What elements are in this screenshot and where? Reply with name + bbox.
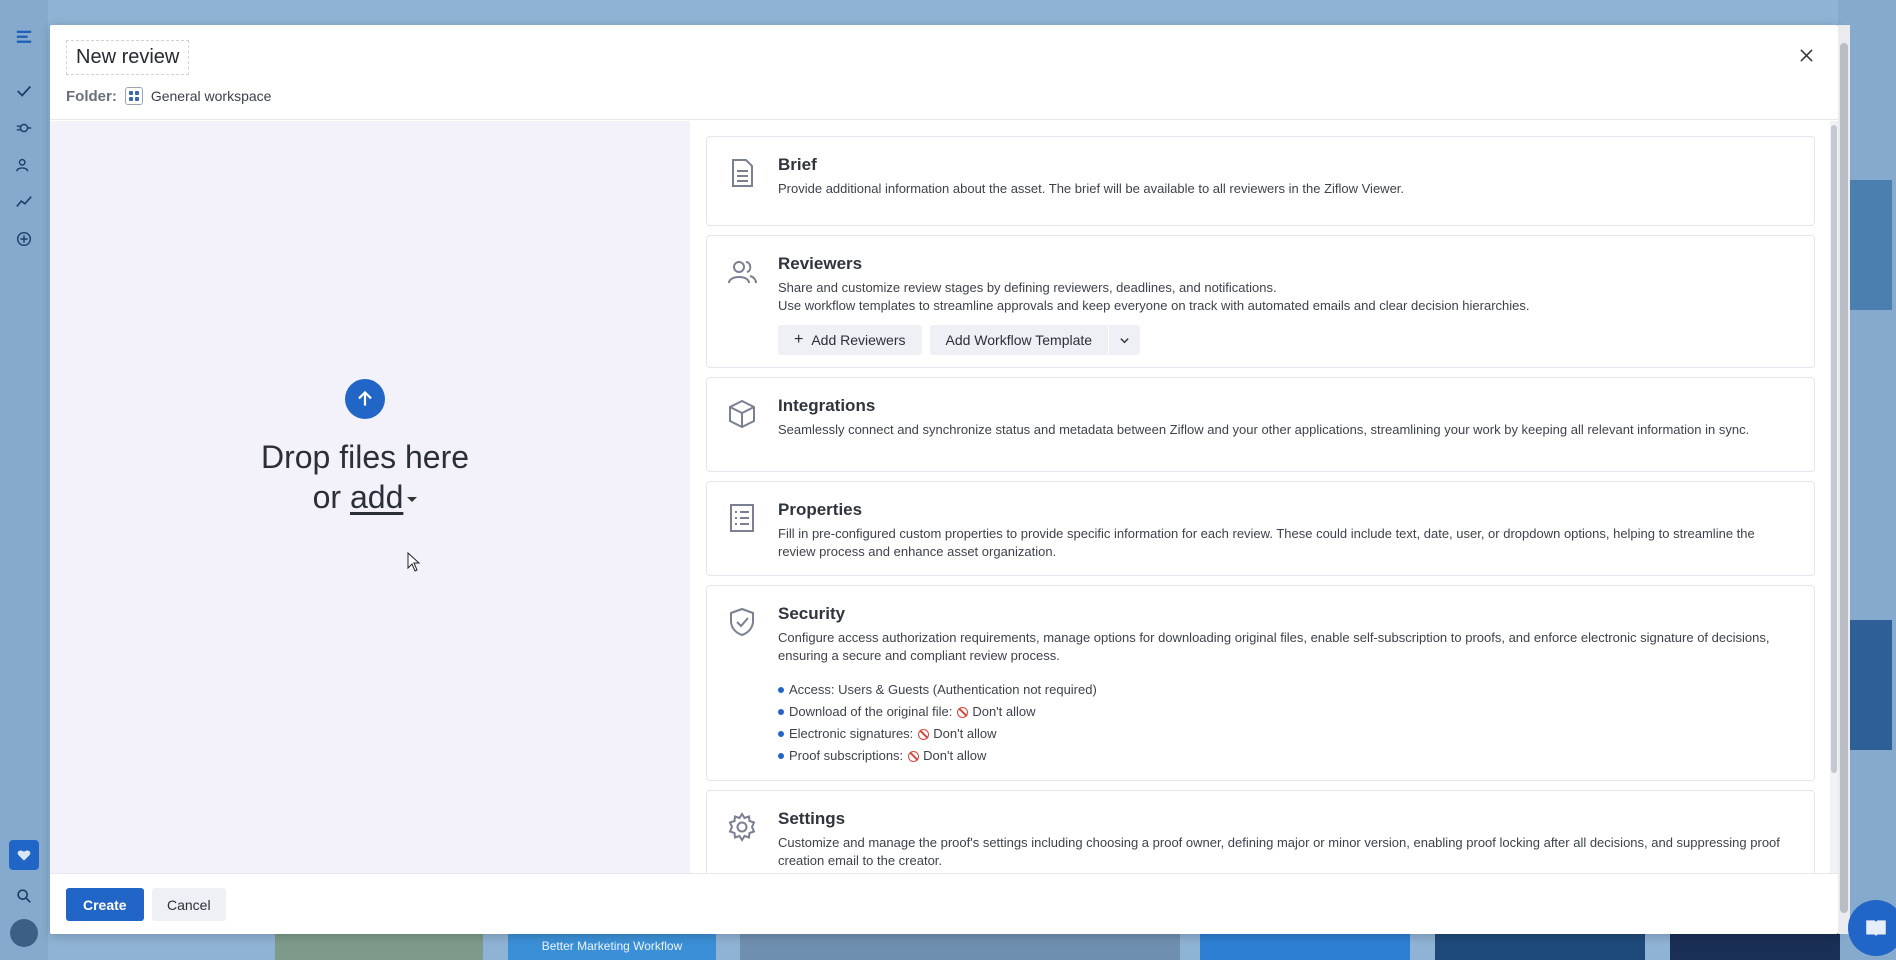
cancel-button[interactable]: Cancel bbox=[152, 888, 226, 921]
properties-description: Fill in pre-configured custom properties… bbox=[778, 526, 1755, 559]
background-thumbnail bbox=[1848, 180, 1892, 310]
ban-icon bbox=[957, 706, 969, 718]
menu-icon[interactable] bbox=[0, 20, 48, 54]
reviewers-panel: Reviewers Share and customize review sta… bbox=[706, 235, 1815, 368]
upload-arrow-icon bbox=[345, 379, 385, 419]
review-options-panels: Brief Provide additional information abo… bbox=[690, 121, 1838, 873]
dialog-body: Drop files here or add Brief Provide add… bbox=[50, 121, 1838, 873]
shield-check-icon bbox=[725, 604, 759, 640]
drop-text-prefix: or bbox=[312, 479, 350, 515]
list-document-icon bbox=[725, 500, 759, 536]
analytics-icon[interactable] bbox=[0, 185, 48, 219]
workspace-icon bbox=[124, 87, 143, 105]
panels-scrollbar[interactable] bbox=[1830, 121, 1838, 873]
properties-panel[interactable]: Properties Fill in pre-configured custom… bbox=[706, 481, 1815, 576]
check-icon[interactable] bbox=[0, 74, 48, 108]
integrations-title: Integrations bbox=[778, 396, 876, 415]
brief-description: Provide additional information about the… bbox=[778, 181, 1405, 196]
reviewers-description-1: Share and customize review stages by def… bbox=[778, 280, 1277, 295]
gear-icon bbox=[725, 809, 759, 845]
drop-text-line1: Drop files here bbox=[260, 439, 470, 475]
drop-files-text: Drop files here or add bbox=[50, 437, 680, 517]
folder-name[interactable]: General workspace bbox=[151, 88, 272, 104]
new-review-dialog: New review Folder: General workspace Dro… bbox=[50, 25, 1838, 934]
list-item: Download of the original file: Don't allo… bbox=[778, 701, 1784, 723]
list-item: Access: Users & Guests (Authentication n… bbox=[778, 679, 1784, 701]
scrollbar-thumb[interactable] bbox=[1840, 43, 1848, 913]
background-caption: Better Marketing Workflow bbox=[508, 932, 716, 960]
mouse-cursor-icon bbox=[407, 552, 421, 572]
security-summary-list: Access: Users & Guests (Authentication n… bbox=[778, 679, 1784, 767]
add-circle-icon[interactable] bbox=[0, 222, 48, 256]
settings-description: Customize and manage the proof's setting… bbox=[778, 835, 1780, 868]
folder-label: Folder: bbox=[66, 87, 117, 105]
security-access: Access: Users & Guests (Authentication n… bbox=[789, 682, 1097, 697]
background-thumbnail bbox=[1848, 620, 1892, 750]
close-icon bbox=[1799, 48, 1813, 62]
add-reviewers-label: Add Reviewers bbox=[811, 332, 906, 348]
book-icon bbox=[1866, 920, 1886, 937]
background-thumbnail bbox=[1435, 930, 1645, 960]
security-title: Security bbox=[778, 604, 846, 623]
help-book-button[interactable] bbox=[1848, 900, 1896, 956]
people-icon[interactable] bbox=[0, 148, 48, 182]
dialog-footer: Create Cancel bbox=[50, 873, 1838, 934]
workflow-template-dropdown-button[interactable] bbox=[1109, 325, 1141, 355]
security-description: Configure access authorization requireme… bbox=[778, 630, 1770, 663]
security-panel[interactable]: Security Configure access authorization … bbox=[706, 585, 1815, 781]
chevron-down-icon[interactable] bbox=[407, 497, 418, 503]
user-avatar[interactable] bbox=[0, 916, 48, 950]
workflow-icon[interactable] bbox=[0, 111, 48, 145]
download-label: Download of the original file: bbox=[789, 704, 953, 719]
chevron-down-icon bbox=[1120, 337, 1129, 343]
create-button[interactable]: Create bbox=[66, 888, 144, 921]
subscriptions-label: Proof subscriptions: bbox=[789, 748, 904, 763]
integrations-panel[interactable]: Integrations Seamlessly connect and sync… bbox=[706, 377, 1815, 472]
folder-row: Folder: General workspace bbox=[66, 87, 271, 105]
ban-icon bbox=[918, 728, 930, 740]
workflow-template-split-button: Add Workflow Template bbox=[929, 325, 1141, 355]
scrollbar-thumb[interactable] bbox=[1831, 125, 1837, 773]
settings-title: Settings bbox=[778, 809, 846, 828]
reviewers-title: Reviewers bbox=[778, 254, 863, 273]
add-files-link[interactable]: add bbox=[350, 479, 403, 515]
background-thumbnail bbox=[275, 930, 483, 960]
subscriptions-value: Don't allow bbox=[923, 748, 987, 763]
search-icon[interactable] bbox=[0, 879, 48, 913]
cube-icon bbox=[725, 396, 759, 432]
file-drop-zone[interactable]: Drop files here or add bbox=[50, 121, 690, 873]
plus-icon: + bbox=[794, 331, 804, 348]
add-reviewers-button[interactable]: + Add Reviewers bbox=[778, 325, 922, 355]
app-sidebar bbox=[0, 0, 48, 960]
esign-label: Electronic signatures: bbox=[789, 726, 914, 741]
review-title-input[interactable]: New review bbox=[66, 40, 190, 75]
close-button[interactable] bbox=[1796, 45, 1816, 65]
dialog-header: New review Folder: General workspace bbox=[50, 25, 1838, 120]
properties-title: Properties bbox=[778, 500, 863, 519]
users-icon bbox=[725, 254, 759, 290]
esign-value: Don't allow bbox=[933, 726, 997, 741]
settings-panel[interactable]: Settings Customize and manage the proof'… bbox=[706, 790, 1815, 873]
brief-panel[interactable]: Brief Provide additional information abo… bbox=[706, 136, 1815, 226]
dialog-scrollbar[interactable] bbox=[1838, 25, 1850, 934]
background-thumbnail bbox=[740, 930, 1180, 960]
add-workflow-template-button[interactable]: Add Workflow Template bbox=[929, 325, 1109, 355]
background-thumbnail bbox=[1200, 930, 1410, 960]
brief-title: Brief bbox=[778, 155, 817, 174]
background-thumbnail bbox=[1670, 930, 1840, 960]
integrations-description: Seamlessly connect and synchronize statu… bbox=[778, 422, 1750, 437]
download-value: Don't allow bbox=[972, 704, 1036, 719]
ban-icon bbox=[908, 750, 920, 762]
list-item: Proof subscriptions: Don't allow bbox=[778, 745, 1784, 767]
heart-icon[interactable] bbox=[0, 838, 48, 872]
reviewers-description-2: Use workflow templates to streamline app… bbox=[778, 298, 1530, 313]
document-icon bbox=[725, 155, 759, 191]
list-item: Electronic signatures: Don't allow bbox=[778, 723, 1784, 745]
